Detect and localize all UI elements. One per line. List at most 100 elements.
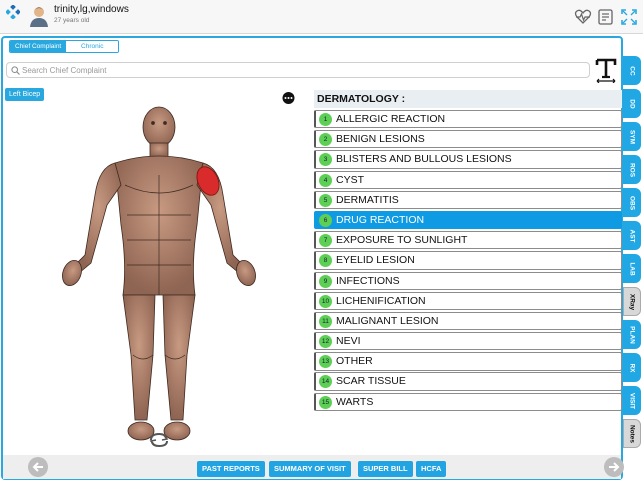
side-tab-dd[interactable]: DD [623, 89, 641, 118]
side-tab-ast[interactable]: AST [623, 221, 641, 250]
super-bill-button[interactable]: SUPER BILL [358, 461, 413, 477]
user-avatar-icon[interactable] [28, 5, 50, 27]
complaint-number-badge: 4 [319, 173, 332, 187]
previous-button[interactable] [28, 457, 48, 477]
text-tool-icon[interactable] [594, 57, 618, 83]
side-tab-label: Notes [628, 424, 636, 443]
complaint-number-badge: 9 [319, 274, 332, 288]
complaint-list: 1 ALLERGIC REACTION 2 BENIGN LESIONS 3 BLISTE… [314, 110, 622, 413]
side-tab-label: PLAN [628, 325, 636, 344]
search-placeholder: Search Chief Complaint [22, 66, 107, 75]
complaint-number-badge: 6 [319, 213, 332, 227]
complaint-row[interactable]: 12 NEVI [314, 332, 622, 351]
side-tab-rx[interactable]: RX [623, 353, 641, 382]
side-tab-cc[interactable]: CC [623, 56, 641, 85]
search-bar[interactable]: Search Chief Complaint [6, 62, 590, 78]
complaint-number-badge: 15 [319, 395, 332, 409]
side-tab-label: SYM [628, 129, 636, 144]
complaint-label: OTHER [336, 355, 373, 368]
complaint-number-badge: 13 [319, 355, 332, 369]
complaint-number-badge: 5 [319, 193, 332, 207]
complaint-number-badge: 12 [319, 335, 332, 349]
side-tab-label: VISIT [628, 392, 636, 409]
heart-monitor-icon[interactable] [574, 8, 592, 26]
tab-chronic[interactable]: Chronic [66, 41, 119, 52]
body-figure[interactable] [55, 105, 265, 445]
complaint-label: NEVI [336, 335, 361, 348]
patient-name[interactable]: trinity,lg,windows [54, 4, 129, 15]
complaint-row[interactable]: 13 OTHER [314, 352, 622, 371]
complaint-label: DRUG REACTION [336, 213, 425, 226]
side-tab-notes[interactable]: Notes [623, 419, 641, 448]
complaint-row[interactable]: 1 ALLERGIC REACTION [314, 110, 622, 129]
complaint-number-badge: 14 [319, 375, 332, 389]
side-tab-label: DD [628, 98, 636, 109]
side-tab-label: RX [628, 362, 636, 373]
complaint-type-toggle: Chief Complaint Chronic [9, 40, 120, 53]
side-tab-label: ROS [628, 162, 636, 177]
category-title: DERMATOLOGY : [314, 90, 622, 108]
complaint-label: DERMATITIS [336, 193, 399, 206]
tab-chief-complaint[interactable]: Chief Complaint [10, 41, 67, 52]
complaint-label: CYST [336, 173, 365, 186]
complaint-number-badge: 7 [319, 234, 332, 248]
complaint-number-badge: 1 [319, 113, 332, 126]
complaint-row[interactable]: 3 BLISTERS AND BULLOUS LESIONS [314, 150, 622, 169]
side-tab-sym[interactable]: SYM [623, 122, 641, 151]
complaint-label: ALLERGIC REACTION [336, 113, 446, 125]
side-tab-visit[interactable]: VISIT [623, 386, 641, 415]
complaint-label: MALIGNANT LESION [336, 314, 439, 327]
side-tab-obs[interactable]: OBS [623, 188, 641, 217]
complaint-label: BLISTERS AND BULLOUS LESIONS [336, 153, 512, 166]
complaint-number-badge: 10 [319, 294, 332, 308]
complaint-row[interactable]: 4 CYST [314, 170, 622, 189]
side-tab-label: LAB [628, 261, 636, 276]
complaint-row[interactable]: 8 EYELID LESION [314, 251, 622, 270]
arrow-right-icon [609, 462, 620, 472]
complaint-label: WARTS [336, 395, 374, 408]
app-logo-icon [6, 5, 20, 19]
side-tab-lab[interactable]: LAB [623, 254, 641, 283]
complaint-label: LICHENIFICATION [336, 294, 426, 307]
next-button[interactable] [604, 457, 624, 477]
hcfa-button[interactable]: HCFA [416, 461, 447, 477]
notes-edit-icon[interactable] [597, 8, 615, 26]
summary-of-visit-button[interactable]: SUMMARY OF VISIT [269, 461, 351, 477]
selected-region-label[interactable]: Left Bicep [5, 88, 45, 101]
complaint-number-badge: 2 [319, 133, 332, 147]
complaint-row[interactable]: 15 WARTS [314, 392, 622, 411]
side-tab-ros[interactable]: ROS [623, 155, 641, 184]
past-reports-button[interactable]: PAST REPORTS [197, 461, 265, 477]
side-tab-label: XRay [628, 293, 636, 310]
side-tab-label: OBS [628, 195, 636, 210]
complaint-label: SCAR TISSUE [336, 375, 406, 388]
side-tab-xray[interactable]: XRay [623, 287, 641, 316]
rotate-icon[interactable] [148, 432, 170, 448]
more-options-icon[interactable] [282, 92, 295, 104]
complaint-label: INFECTIONS [336, 274, 400, 287]
complaint-row[interactable]: 9 INFECTIONS [314, 271, 622, 290]
complaint-row[interactable]: 5 DERMATITIS [314, 190, 622, 210]
complaint-row[interactable]: 6 DRUG REACTION [314, 210, 622, 230]
app-window: trinity,lg,windows 27 years old Chief Co… [0, 0, 643, 482]
side-tab-label: AST [628, 229, 636, 242]
side-tabs: CC DD SYM ROS OBS AST LAB XRay PLAN RX VISIT Notes [623, 56, 643, 452]
top-bar: trinity,lg,windows 27 years old [0, 0, 643, 34]
complaint-row[interactable]: 10 LICHENIFICATION [314, 291, 622, 310]
side-tab-plan[interactable]: PLAN [623, 320, 641, 349]
side-tab-label: CC [628, 65, 636, 76]
complaint-row[interactable]: 11 MALIGNANT LESION [314, 311, 622, 331]
complaint-row[interactable]: 14 SCAR TISSUE [314, 372, 622, 391]
complaint-number-badge: 3 [319, 153, 332, 167]
complaint-row[interactable]: 7 EXPOSURE TO SUNLIGHT [314, 231, 622, 250]
expand-icon[interactable] [620, 8, 638, 26]
complaint-number-badge: 11 [319, 314, 332, 328]
arrow-left-icon [32, 462, 43, 472]
patient-age: 27 years old [54, 17, 90, 24]
complaint-row[interactable]: 2 BENIGN LESIONS [314, 130, 622, 149]
complaint-label: EXPOSURE TO SUNLIGHT [336, 234, 468, 247]
search-icon [11, 66, 20, 75]
complaint-number-badge: 8 [319, 254, 332, 268]
complaint-label: BENIGN LESIONS [336, 133, 425, 146]
complaint-label: EYELID LESION [336, 254, 415, 267]
